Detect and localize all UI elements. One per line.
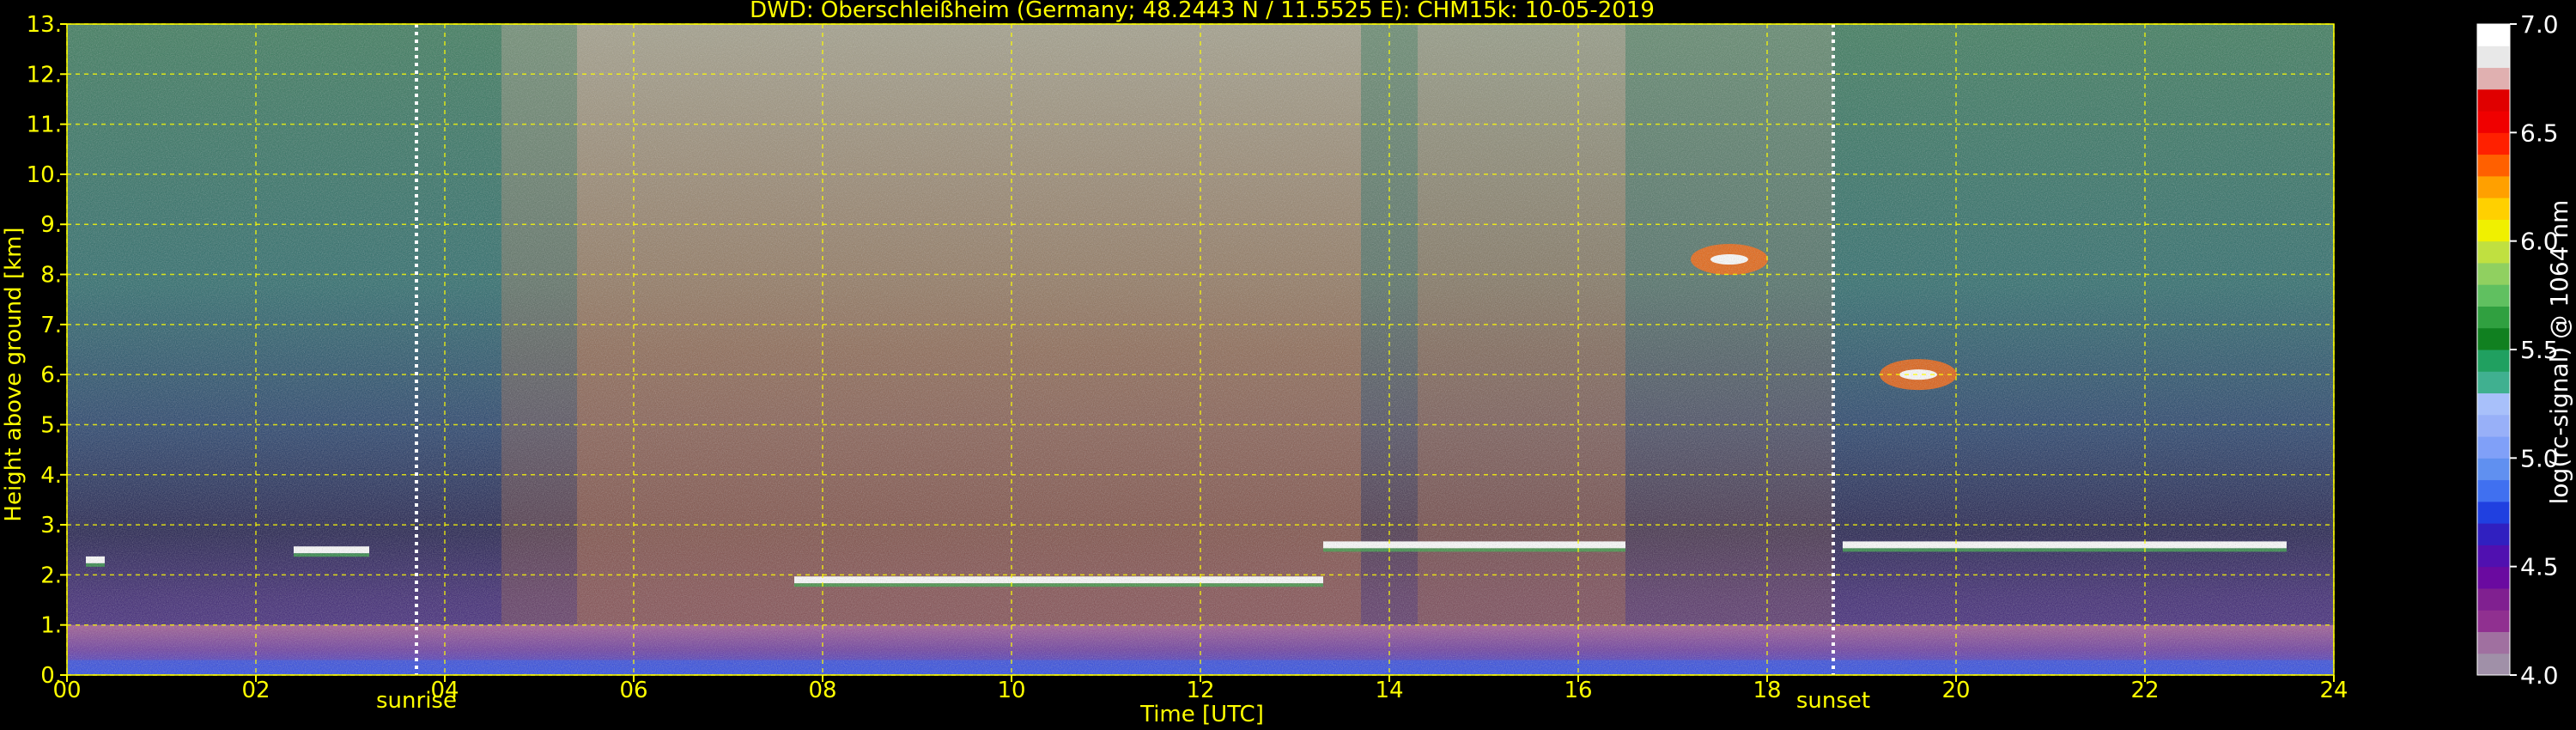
x-tick-label: 04 <box>430 678 459 703</box>
y-tick-label: 0. <box>40 663 62 689</box>
colorbar-segment <box>2477 350 2510 372</box>
x-tick-label: 22 <box>2130 678 2159 703</box>
x-tick-label: 02 <box>241 678 270 703</box>
y-tick-label: 6. <box>40 362 62 388</box>
y-axis-label: Height above ground [km] <box>1 227 27 521</box>
y-tick-label: 3. <box>40 513 62 538</box>
colorbar-segment <box>2477 501 2510 524</box>
colorbar-segment <box>2477 67 2510 90</box>
y-tick-label: 9. <box>40 212 62 238</box>
x-tick-label: 08 <box>808 678 836 703</box>
y-tick-label: 5. <box>40 412 62 438</box>
y-tick-label: 13. <box>27 12 62 38</box>
sunset-label: sunset <box>1796 688 1870 714</box>
colorbar-segment <box>2477 631 2510 654</box>
colorbar-segment <box>2477 566 2510 589</box>
colorbar-tick-label: 4.0 <box>2520 661 2559 690</box>
x-tick-label: 10 <box>997 678 1025 703</box>
colorbar-tick-label: 4.5 <box>2520 553 2559 581</box>
y-tick-label: 12. <box>27 62 62 88</box>
x-tick-label: 24 <box>2319 678 2348 703</box>
colorbar-segment <box>2477 327 2510 350</box>
colorbar-segment <box>2477 284 2510 307</box>
colorbar-tick-label: 6.5 <box>2520 119 2559 147</box>
colorbar-segment <box>2477 587 2510 611</box>
x-axis-label: Time [UTC] <box>1139 702 1264 727</box>
colorbar-label: log(rc-signal) @ 1064 nm <box>2545 200 2573 505</box>
colorbar-segment <box>2477 219 2510 242</box>
lidar-chart: sunrise sunset 00 02 04 06 08 10 12 14 16 18 20 22 24… <box>1 0 2573 727</box>
colorbar-segment <box>2477 523 2510 545</box>
colorbar-tick-label: 7.0 <box>2520 10 2559 39</box>
colorbar-segment <box>2477 306 2510 329</box>
y-tick-label: 7. <box>40 313 62 338</box>
colorbar-segment <box>2477 458 2510 481</box>
y-tick-label: 10. <box>27 162 62 188</box>
y-tick-label: 4. <box>40 463 62 489</box>
x-tick-label: 20 <box>1941 678 1970 703</box>
colorbar-segment <box>2477 88 2510 112</box>
x-tick-label: 16 <box>1564 678 1592 703</box>
x-tick-label: 12 <box>1186 678 1214 703</box>
colorbar-segment <box>2477 610 2510 632</box>
y-tick-label: 11. <box>27 113 62 138</box>
colorbar-segment <box>2477 198 2510 220</box>
y-tick-label: 2. <box>40 563 62 588</box>
colorbar-segment <box>2477 392 2510 416</box>
colorbar-segment <box>2477 240 2510 264</box>
colorbar-segment <box>2477 111 2510 133</box>
x-tick-label: 14 <box>1375 678 1403 703</box>
x-tick-label: 18 <box>1753 678 1781 703</box>
y-tick-label: 8. <box>40 263 62 289</box>
colorbar-segment <box>2477 154 2510 177</box>
colorbar-segment <box>2477 132 2510 155</box>
colorbar-segment <box>2477 371 2510 394</box>
colorbar-segment <box>2477 46 2510 69</box>
colorbar-segment <box>2477 262 2510 285</box>
colorbar-segment <box>2477 175 2510 198</box>
y-tick-label: 1. <box>40 613 62 639</box>
x-tick-label: 06 <box>619 678 647 703</box>
colorbar-segment <box>2477 24 2510 46</box>
colorbar-segment <box>2477 436 2510 459</box>
colorbar-segment <box>2477 414 2510 437</box>
colorbar-segment <box>2477 653 2510 676</box>
chart-title: DWD: Oberschleißheim (Germany; 48.2443 N… <box>750 0 1655 23</box>
colorbar-segment <box>2477 479 2510 502</box>
colorbar-segment <box>2477 544 2510 568</box>
